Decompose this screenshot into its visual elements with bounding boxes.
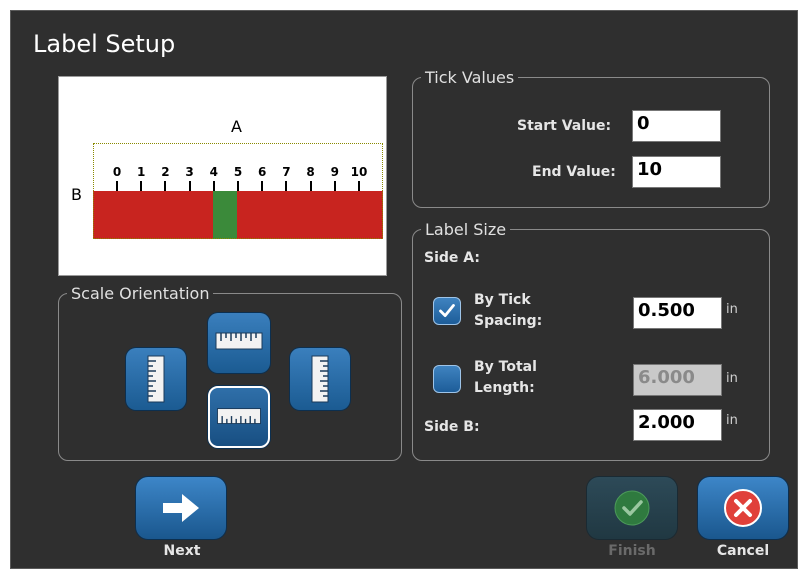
vertical-ruler-icon xyxy=(311,355,329,403)
cancel-label: Cancel xyxy=(716,543,770,559)
by-total-length-label-line2: Length: xyxy=(474,380,535,396)
end-value-label: End Value: xyxy=(532,164,616,180)
preview-tick-label: 0 xyxy=(112,165,122,179)
preview-tick-mark xyxy=(140,181,143,191)
preview-tick-mark xyxy=(237,181,239,191)
preview-tick-mark xyxy=(285,181,288,191)
tick-spacing-input[interactable]: 0.500 xyxy=(633,297,722,329)
finish-label: Finish xyxy=(608,543,656,559)
preview-tick-label: 9 xyxy=(330,165,339,179)
dialog-title: Label Setup xyxy=(33,30,176,58)
preview-tick-label: 5 xyxy=(233,165,243,179)
next-label: Next xyxy=(163,543,201,559)
tick-spacing-unit: in xyxy=(726,302,738,317)
orientation-left-vertical-button[interactable] xyxy=(126,348,186,410)
preview-tick-mark xyxy=(333,181,336,191)
by-tick-spacing-label-line2: Spacing: xyxy=(474,313,543,329)
preview-label-outline xyxy=(93,143,383,239)
preview-tick-mark xyxy=(358,181,360,191)
preview-tick-mark xyxy=(116,181,118,191)
arrow-right-icon xyxy=(163,494,199,522)
vertical-ruler-icon xyxy=(147,355,165,403)
by-tick-spacing-label-line1: By Tick xyxy=(474,292,531,308)
by-tick-spacing-checkbox[interactable] xyxy=(433,297,461,325)
orientation-bottom-horizontal-button[interactable] xyxy=(208,386,270,448)
next-button[interactable] xyxy=(136,477,226,539)
screen: Label Setup A B 0 1 2 3 4 5 6 7 8 9 10 Tick Values… xyxy=(0,0,800,571)
horizontal-ruler-icon xyxy=(215,332,263,350)
side-b-label: Side B: xyxy=(424,419,480,435)
preview-tick-label: 8 xyxy=(306,165,315,179)
preview-side-b-label: B xyxy=(71,185,82,204)
by-total-length-checkbox[interactable] xyxy=(433,365,461,393)
horizontal-ruler-icon xyxy=(217,408,261,425)
preview-tick-label: 4 xyxy=(209,165,218,179)
label-size-legend: Label Size xyxy=(425,220,507,239)
side-a-label: Side A: xyxy=(424,250,480,266)
scale-orientation-legend: Scale Orientation xyxy=(71,284,210,303)
cancel-button[interactable] xyxy=(698,477,788,539)
preview-tick-mark xyxy=(164,181,167,191)
orientation-top-horizontal-button[interactable] xyxy=(208,313,270,373)
preview-tick-label: 1 xyxy=(137,165,146,179)
preview-tick-label: 6 xyxy=(258,165,267,179)
preview-tick-label: 7 xyxy=(282,165,291,179)
tick-values-legend: Tick Values xyxy=(425,68,515,87)
preview-tick-mark xyxy=(212,181,215,191)
checkmark-circle-icon xyxy=(614,490,650,526)
preview-tick-label: 2 xyxy=(161,165,170,179)
preview-tick-mark xyxy=(309,181,312,191)
preview-side-a-label: A xyxy=(231,117,242,136)
orientation-right-vertical-button[interactable] xyxy=(290,348,350,410)
total-length-unit: in xyxy=(726,371,738,386)
start-value-label: Start Value: xyxy=(517,118,612,134)
preview-tick-label: 3 xyxy=(185,165,194,179)
checkmark-icon xyxy=(439,304,455,318)
end-value-input[interactable]: 10 xyxy=(632,156,721,188)
preview-tick-mark xyxy=(188,181,191,191)
side-b-unit: in xyxy=(726,413,738,428)
close-circle-icon xyxy=(724,489,762,527)
side-b-input[interactable]: 2.000 xyxy=(633,409,722,441)
finish-button xyxy=(587,477,677,539)
label-preview: A B 0 1 2 3 4 5 6 7 8 9 10 xyxy=(58,76,387,276)
preview-tick-mark xyxy=(261,181,264,191)
start-value-input[interactable]: 0 xyxy=(632,110,721,142)
preview-tick-label: 10 xyxy=(350,165,368,179)
total-length-input: 6.000 xyxy=(633,364,722,396)
by-total-length-label-line1: By Total xyxy=(474,359,537,375)
